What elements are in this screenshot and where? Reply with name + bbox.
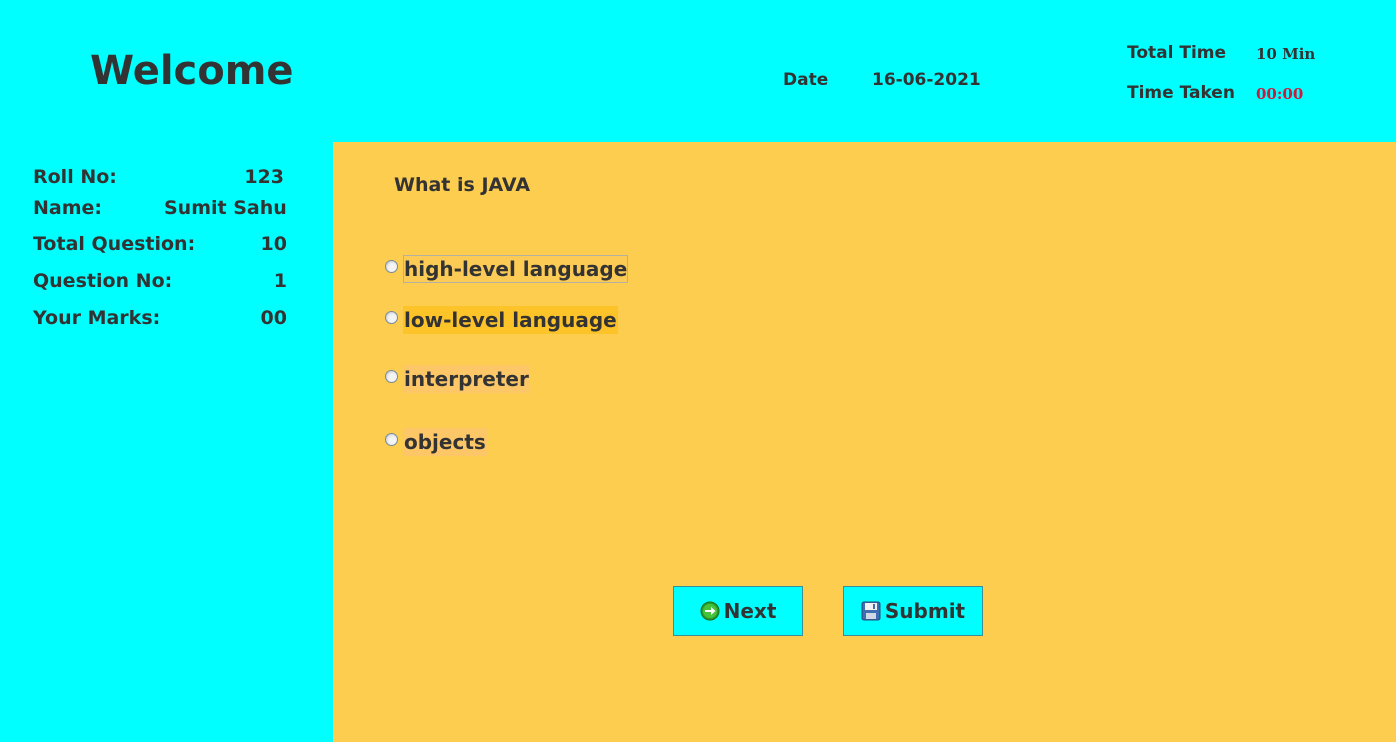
welcome-title: Welcome: [90, 48, 294, 94]
option-1-label[interactable]: high-level language: [403, 255, 629, 283]
total-time-label: Total Time: [1127, 43, 1227, 63]
date-label: Date: [783, 70, 829, 90]
question-no-label: Question No:: [33, 270, 173, 292]
option-3-radio[interactable]: [385, 369, 398, 383]
option-3[interactable]: interpreter: [381, 363, 530, 395]
option-3-label[interactable]: interpreter: [403, 365, 530, 393]
name-value: Sumit Sahu: [164, 197, 287, 219]
time-taken-label: Time Taken: [1127, 83, 1235, 103]
next-button[interactable]: Next: [673, 586, 803, 636]
name-label: Name:: [33, 197, 103, 219]
option-2-label[interactable]: low-level language: [403, 306, 618, 334]
submit-label: Submit: [884, 599, 966, 623]
option-4[interactable]: objects: [381, 426, 487, 458]
submit-button[interactable]: Submit: [843, 586, 983, 636]
option-4-radio[interactable]: [385, 432, 398, 446]
option-1[interactable]: high-level language: [381, 253, 629, 285]
option-2[interactable]: low-level language: [381, 304, 618, 336]
option-4-label[interactable]: objects: [403, 428, 487, 456]
roll-no-value: 123: [244, 166, 284, 188]
total-time-value: 10 Min: [1256, 45, 1316, 63]
total-question-value: 10: [260, 233, 287, 255]
time-taken-value: 00:00: [1256, 85, 1304, 103]
roll-no-label: Roll No:: [33, 166, 117, 188]
your-marks-value: 00: [260, 307, 287, 329]
option-2-radio[interactable]: [385, 310, 398, 324]
question-text: What is JAVA: [394, 174, 531, 196]
your-marks-label: Your Marks:: [33, 307, 161, 329]
question-panel: [333, 142, 1396, 742]
question-no-value: 1: [273, 270, 287, 292]
arrow-right-circle-icon: [700, 601, 720, 621]
floppy-disk-icon: [861, 601, 881, 621]
date-value: 16-06-2021: [872, 70, 981, 90]
option-1-radio[interactable]: [385, 259, 398, 273]
next-label: Next: [723, 599, 777, 623]
